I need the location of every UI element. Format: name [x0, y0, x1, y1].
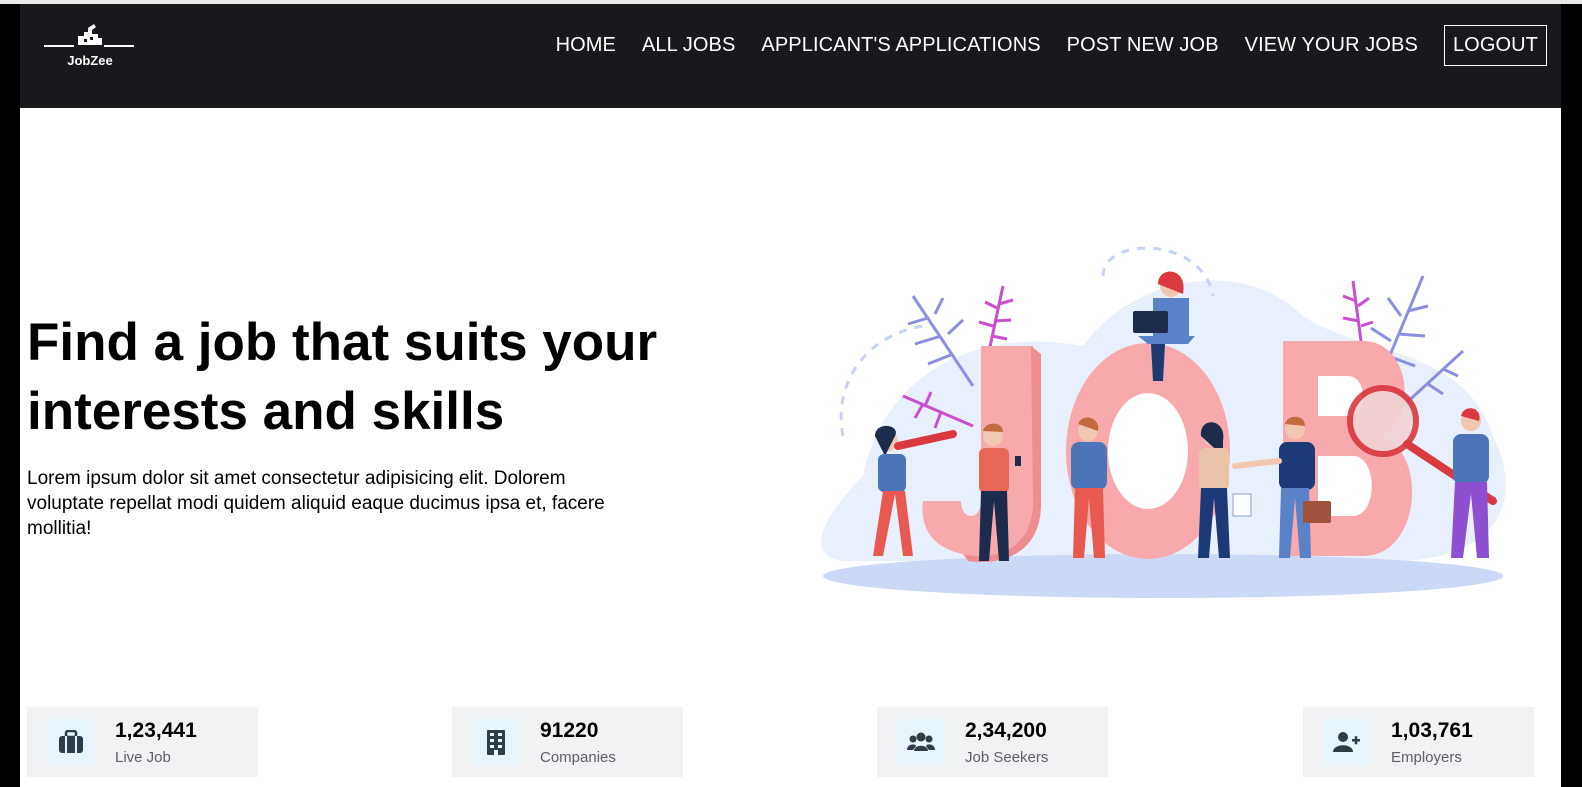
nav-post-new-job[interactable]: POST NEW JOB [1067, 34, 1219, 57]
page: JobZee HOME ALL JOBS APPLICANT'S APPLICA… [20, 4, 1561, 787]
logo-text: JobZee [67, 53, 113, 68]
stat-value: 1,03,761 [1391, 719, 1473, 742]
hero-title: Find a job that suits your interests and… [27, 313, 658, 441]
stat-label: Job Seekers [965, 749, 1049, 766]
stat-companies: 91220 Companies [452, 707, 683, 777]
nav-home[interactable]: HOME [556, 34, 616, 57]
nav-applicants-applications[interactable]: APPLICANT'S APPLICATIONS [761, 34, 1040, 57]
logo[interactable]: JobZee [44, 24, 136, 70]
building-icon [473, 719, 519, 765]
navbar: JobZee HOME ALL JOBS APPLICANT'S APPLICA… [20, 4, 1561, 108]
nav-all-jobs[interactable]: ALL JOBS [642, 34, 735, 57]
stat-job-seekers: 2,34,200 Job Seekers [877, 707, 1108, 777]
logo-icon [44, 24, 134, 47]
stat-label: Companies [540, 749, 616, 766]
stat-value: 1,23,441 [115, 719, 197, 742]
stat-value: 91220 [540, 719, 599, 742]
stat-live-jobs: 1,23,441 Live Job [27, 707, 258, 777]
hero-description: Lorem ipsum dolor sit amet consectetur a… [27, 468, 605, 539]
nav-links: HOME ALL JOBS APPLICANT'S APPLICATIONS P… [530, 24, 1547, 66]
stat-value: 2,34,200 [965, 719, 1047, 742]
logout-button[interactable]: LOGOUT [1443, 24, 1547, 66]
stat-label: Employers [1391, 749, 1462, 766]
briefcase-icon [48, 719, 94, 765]
stat-employers: 1,03,761 Employers [1303, 707, 1534, 777]
nav-view-your-jobs[interactable]: VIEW YOUR JOBS [1245, 34, 1418, 57]
users-icon [898, 719, 944, 765]
stat-label: Live Job [115, 749, 171, 766]
user-plus-icon [1324, 719, 1370, 765]
hero-illustration [821, 246, 1506, 598]
